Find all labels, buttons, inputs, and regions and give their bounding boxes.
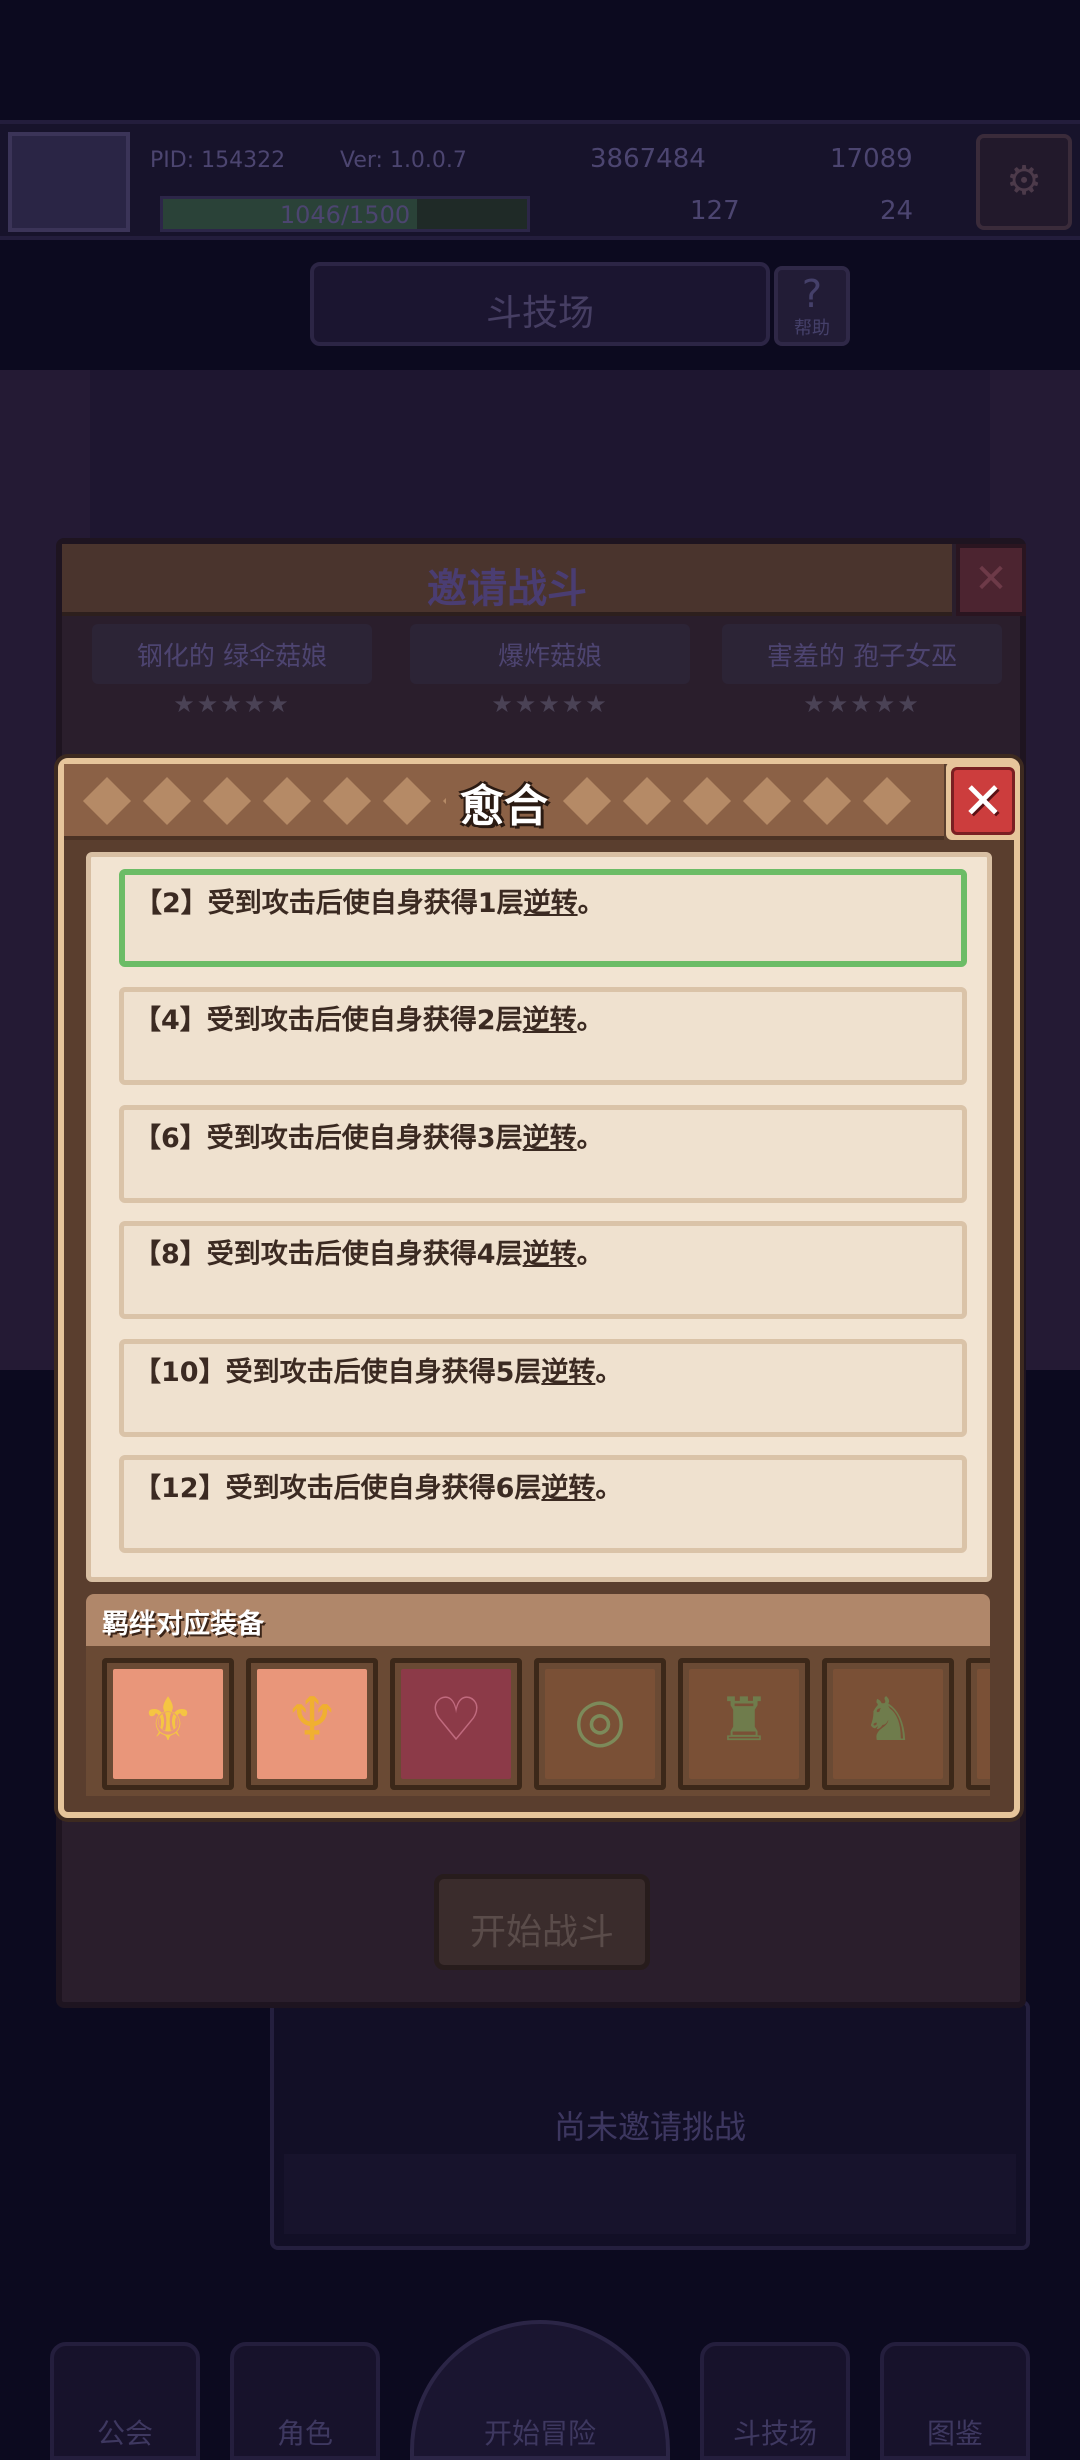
bond-equipment-label: 羁绊对应装备 [102, 1609, 264, 1640]
close-icon: ✕ [974, 556, 1008, 602]
effect-tier: 【8】 [134, 1239, 207, 1270]
version-label: Ver: 1.0.0.7 [340, 148, 467, 173]
nav-guild[interactable]: 公会 [50, 2342, 200, 2460]
slot-background [977, 1669, 990, 1779]
coin-count: 3867484 [590, 144, 706, 174]
effect-keyword-link[interactable]: 逆转 [523, 1005, 577, 1036]
start-battle-label: 开始战斗 [469, 1912, 614, 1953]
arena-header: 斗技场 [310, 262, 770, 346]
effect-keyword-link[interactable]: 逆转 [523, 1123, 577, 1154]
xp-bar: 1046/1500 [160, 196, 530, 232]
nav-arena-label: 斗技场 [732, 2417, 817, 2450]
character-stars: ★★★★★ [491, 690, 609, 718]
nav-arena[interactable]: 斗技场 [700, 2342, 850, 2460]
character-tab-3[interactable]: 害羞的 孢子女巫 [722, 624, 1002, 684]
bond-effects-list: 【2】受到攻击后使自身获得1层逆转。 【4】受到攻击后使自身获得2层逆转。 【6… [86, 852, 992, 1582]
horned-helmet-icon: ♆ [285, 1685, 339, 1755]
gear-icon: ⚙ [1006, 158, 1042, 204]
bond-effect-tier-4: 【4】受到攻击后使自身获得2层逆转。 [119, 987, 967, 1085]
player-id: PID: 154322 [150, 148, 286, 173]
nav-character[interactable]: 角色 [230, 2342, 380, 2460]
bond-equipment-list: ⚜ ♆ ♡ ◎ ♜ ♞ [86, 1646, 990, 1796]
invite-dialog-title: 邀请战斗 [427, 566, 587, 612]
invite-dialog-header: 邀请战斗 [62, 544, 952, 616]
bond-equipment-header: 羁绊对应装备 [86, 1594, 990, 1646]
effect-keyword-link[interactable]: 逆转 [541, 1473, 595, 1504]
effect-description: 受到攻击后使自身获得3层 [206, 1123, 523, 1154]
effect-keyword-link[interactable]: 逆转 [523, 1239, 577, 1270]
nav-adventure[interactable]: 开始冒险 [410, 2320, 670, 2460]
character-name: 钢化的 绿伞菇娘 [136, 642, 328, 672]
bond-close-button[interactable]: ✕ [946, 762, 1020, 840]
equipment-slot-partial[interactable] [966, 1658, 990, 1790]
equipment-slot[interactable]: ⚜ [102, 1658, 234, 1790]
effect-tier: 【2】 [135, 888, 208, 919]
key-count: 24 [880, 196, 914, 226]
effect-tier: 【10】 [134, 1357, 226, 1388]
effect-tier: 【12】 [134, 1473, 226, 1504]
clover-count: 127 [690, 196, 740, 226]
character-name: 爆炸菇娘 [497, 642, 602, 672]
effect-description: 受到攻击后使自身获得5层 [225, 1357, 542, 1388]
character-stars: ★★★★★ [803, 690, 921, 718]
effect-tier: 【6】 [134, 1123, 207, 1154]
bond-effect-tier-12: 【12】受到攻击后使自身获得6层逆转。 [119, 1455, 967, 1553]
equipment-slot[interactable]: ♡ [390, 1658, 522, 1790]
xp-text: 1046/1500 [279, 201, 411, 229]
equipment-slot[interactable]: ◎ [534, 1658, 666, 1790]
character-tabs: 钢化的 绿伞菇娘 ★★★★★ 爆炸菇娘 ★★★★★ 害羞的 孢子女巫 ★★★★★ [92, 624, 1002, 774]
gem-count: 17089 [830, 144, 913, 174]
nav-guild-label: 公会 [96, 2417, 153, 2450]
invite-strip [284, 2154, 1016, 2234]
question-icon: ? [801, 272, 823, 316]
chest-armor-icon: ♡ [429, 1685, 483, 1755]
nav-adventure-label: 开始冒险 [483, 2417, 596, 2450]
start-battle-button[interactable]: 开始战斗 [434, 1874, 650, 1970]
bond-effect-tier-10: 【10】受到攻击后使自身获得5层逆转。 [119, 1339, 967, 1437]
help-button[interactable]: ? 帮助 [774, 266, 850, 346]
effect-description: 受到攻击后使自身获得1层 [207, 888, 524, 919]
close-icon: ✕ [962, 772, 1004, 830]
bracelet-icon: ◎ [573, 1685, 627, 1755]
bond-title: 愈合 [446, 770, 562, 834]
bond-effect-tier-6: 【6】受到攻击后使自身获得3层逆转。 [119, 1105, 967, 1203]
spiked-armor-icon: ♜ [717, 1685, 771, 1755]
equipment-slot[interactable]: ♞ [822, 1658, 954, 1790]
invite-challenge-panel: 尚未邀请挑战 [270, 2000, 1030, 2250]
character-tab-2[interactable]: 爆炸菇娘 [410, 624, 690, 684]
no-invite-text: 尚未邀请挑战 [553, 2108, 746, 2146]
help-label: 帮助 [794, 318, 830, 339]
effect-tier: 【4】 [134, 1005, 207, 1036]
invite-close-button[interactable]: ✕ [956, 544, 1026, 616]
character-name: 害羞的 孢子女巫 [766, 642, 958, 672]
arena-title: 斗技场 [485, 293, 594, 334]
nav-codex[interactable]: 图鉴 [880, 2342, 1030, 2460]
nav-codex-label: 图鉴 [926, 2417, 983, 2450]
settings-button[interactable]: ⚙ [976, 134, 1072, 230]
bond-detail-modal: 愈合 ✕ 【2】受到攻击后使自身获得1层逆转。 【4】受到攻击后使自身获得2层逆… [58, 758, 1020, 1818]
character-tab-1[interactable]: 钢化的 绿伞菇娘 [92, 624, 372, 684]
effect-description: 受到攻击后使自身获得6层 [225, 1473, 542, 1504]
nav-character-label: 角色 [276, 2417, 333, 2450]
effect-description: 受到攻击后使自身获得4层 [206, 1239, 523, 1270]
player-avatar[interactable] [8, 132, 130, 232]
character-stars: ★★★★★ [173, 690, 291, 718]
crown-shield-icon: ⚜ [141, 1685, 195, 1755]
equipment-slot[interactable]: ♆ [246, 1658, 378, 1790]
bond-effect-tier-8: 【8】受到攻击后使自身获得4层逆转。 [119, 1221, 967, 1319]
bond-modal-header: 愈合 [64, 764, 944, 840]
bond-effect-tier-2: 【2】受到攻击后使自身获得1层逆转。 [119, 869, 967, 967]
horned-mask-icon: ♞ [861, 1685, 915, 1755]
effect-keyword-link[interactable]: 逆转 [524, 888, 578, 919]
effect-keyword-link[interactable]: 逆转 [541, 1357, 595, 1388]
player-status-bar: PID: 154322 Ver: 1.0.0.7 3867484 17089 1… [0, 120, 1080, 240]
effect-description: 受到攻击后使自身获得2层 [206, 1005, 523, 1036]
equipment-slot[interactable]: ♜ [678, 1658, 810, 1790]
bottom-nav: 公会 角色 开始冒险 斗技场 图鉴 [0, 2320, 1080, 2460]
